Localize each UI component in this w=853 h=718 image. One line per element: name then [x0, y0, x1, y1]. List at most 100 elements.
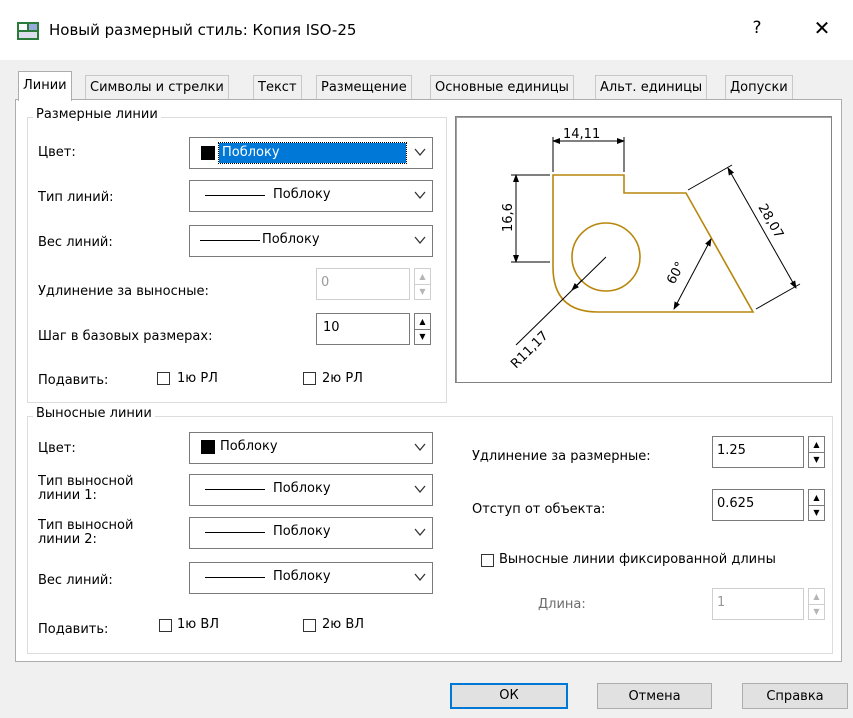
tab-text[interactable]: Текст [253, 75, 302, 100]
dimension-lines-group-title: Размерные линии [33, 107, 161, 122]
spin-up-icon[interactable]: ▲ [809, 589, 824, 605]
dim-color-label: Цвет: [38, 145, 76, 160]
length-input[interactable]: 1 [712, 588, 804, 620]
dim-color-select[interactable]: Поблоку [189, 137, 433, 169]
suppress-dim-line-1-checkbox[interactable] [157, 372, 170, 385]
dimension-style-preview: 14,11 16,6 28,07 60° R11,17 [455, 116, 832, 383]
tab-tolerances[interactable]: Допуски [725, 75, 793, 100]
color-swatch [201, 146, 215, 160]
ext-line-diag-bottom [755, 283, 801, 310]
dim-text-left: 16,6 [501, 203, 516, 232]
suppress-ext-line-1-checkbox[interactable] [159, 619, 172, 632]
dim-extend-spinner[interactable]: ▲ ▼ [414, 268, 431, 300]
ext-linetype2-select[interactable]: Поблоку [189, 517, 433, 549]
suppress-ext-line-1-label: 1ю ВЛ [177, 617, 220, 632]
spin-down-icon[interactable]: ▼ [415, 329, 430, 344]
chevron-down-icon [414, 528, 426, 537]
extend-beyond-dim-label: Удлинение за размерные: [472, 449, 651, 464]
dim-linetype-select[interactable]: Поблоку [189, 180, 433, 212]
suppress-ext-line-2-checkbox[interactable] [303, 619, 316, 632]
spin-down-icon[interactable]: ▼ [809, 505, 824, 520]
tab-fit[interactable]: Размещение [316, 75, 412, 100]
ext-linetype2-label-line1: Тип выносной [38, 518, 134, 533]
line-sample [205, 577, 265, 578]
window-title: Новый размерный стиль: Копия ISO-25 [49, 21, 357, 39]
extend-beyond-dim-value: 1.25 [717, 443, 746, 458]
line-sample [205, 195, 265, 196]
offset-from-origin-label: Отступ от объекта: [472, 502, 606, 517]
dim-line-diag [727, 167, 797, 289]
part-outline [552, 174, 755, 313]
fixed-length-label: Выносные линии фиксированной длины [499, 552, 776, 567]
ext-lineweight-value: Поблоку [273, 569, 331, 584]
chevron-down-icon [414, 485, 426, 494]
suppress-ext-line-2-label: 2ю ВЛ [322, 617, 365, 632]
spin-down-icon[interactable]: ▼ [809, 452, 824, 467]
ok-button[interactable]: ОК [450, 683, 568, 709]
length-value: 1 [717, 595, 726, 610]
extend-beyond-dim-input[interactable]: 1.25 [712, 436, 804, 468]
chevron-down-icon [414, 148, 426, 157]
ext-linetype2-label-line2: линии 2: [38, 532, 97, 547]
ext-linetype2-value: Поблоку [273, 524, 331, 539]
ext-linetype2-label: Тип выносной линии 2: [38, 519, 133, 547]
baseline-spacing-input[interactable]: 10 [316, 313, 410, 345]
spin-up-icon[interactable]: ▲ [415, 269, 430, 285]
help-dialog-button[interactable]: Справка [742, 683, 848, 709]
ext-linetype1-label-line1: Тип выносной [38, 474, 134, 489]
dimension-style-app-icon [17, 22, 39, 40]
baseline-spacing-label: Шаг в базовых размерах: [38, 329, 213, 344]
close-button[interactable]: ✕ [808, 16, 836, 40]
dim-text-top: 14,11 [563, 127, 600, 142]
extend-beyond-dim-spinner[interactable]: ▲ ▼ [808, 436, 825, 468]
fixed-length-checkbox[interactable] [481, 554, 494, 567]
radius-arrow [571, 279, 583, 291]
baseline-spacing-spinner[interactable]: ▲ ▼ [414, 313, 431, 345]
offset-from-origin-input[interactable]: 0.625 [712, 489, 804, 521]
length-spinner[interactable]: ▲ ▼ [808, 588, 825, 620]
spin-up-icon[interactable]: ▲ [415, 314, 430, 330]
dim-extend-input[interactable]: 0 [316, 268, 410, 300]
tab-alternate-units[interactable]: Альт. единицы [595, 75, 708, 100]
dim-color-value: Поблоку [222, 145, 280, 160]
spin-up-icon[interactable]: ▲ [809, 437, 824, 453]
dim-text-radius: R11,17 [508, 329, 551, 372]
ext-linetype1-select[interactable]: Поблоку [189, 474, 433, 506]
suppress-dim-line-2-label: 2ю РЛ [322, 371, 363, 386]
ext-linetype1-value: Поблоку [273, 481, 331, 496]
suppress-dim-line-1-label: 1ю РЛ [177, 371, 218, 386]
chevron-down-icon [414, 443, 426, 452]
dim-lineweight-label: Вес линий: [38, 235, 113, 250]
ext-linetype1-label: Тип выносной линии 1: [38, 475, 133, 503]
ext-lineweight-label: Вес линий: [38, 573, 113, 588]
spin-down-icon[interactable]: ▼ [809, 604, 824, 619]
spin-down-icon[interactable]: ▼ [415, 284, 430, 299]
ext-lineweight-select[interactable]: Поблоку [189, 562, 433, 594]
tab-primary-units[interactable]: Основные единицы [430, 75, 574, 100]
dim-linetype-value: Поблоку [273, 187, 331, 202]
offset-from-origin-value: 0.625 [717, 496, 755, 511]
spin-up-icon[interactable]: ▲ [809, 490, 824, 506]
chevron-down-icon [414, 573, 426, 582]
dim-linetype-label: Тип линий: [38, 190, 114, 205]
dim-lineweight-select[interactable]: Поблоку [189, 225, 433, 257]
offset-from-origin-spinner[interactable]: ▲ ▼ [808, 489, 825, 521]
suppress-dim-line-2-checkbox[interactable] [303, 372, 316, 385]
ext-suppress-label: Подавить: [38, 622, 109, 637]
help-button[interactable]: ? [743, 18, 771, 38]
dim-lineweight-value: Поблоку [262, 232, 320, 247]
dim-line-radius [515, 256, 607, 346]
tab-symbols-arrows[interactable]: Символы и стрелки [85, 75, 229, 100]
line-sample [205, 532, 265, 533]
line-sample [200, 240, 260, 241]
dim-extend-value: 0 [321, 275, 330, 290]
preview-drawing: 14,11 16,6 28,07 60° R11,17 [501, 127, 801, 372]
tab-lines[interactable]: Линии [18, 71, 72, 101]
ext-linetype1-label-line2: линии 1: [38, 488, 97, 503]
ext-color-select[interactable]: Поблоку [189, 432, 433, 464]
line-sample [205, 489, 265, 490]
cancel-button[interactable]: Отмена [597, 683, 712, 709]
ext-color-value: Поблоку [220, 439, 278, 454]
color-swatch [201, 440, 215, 454]
ext-line-diag-top [687, 164, 733, 191]
